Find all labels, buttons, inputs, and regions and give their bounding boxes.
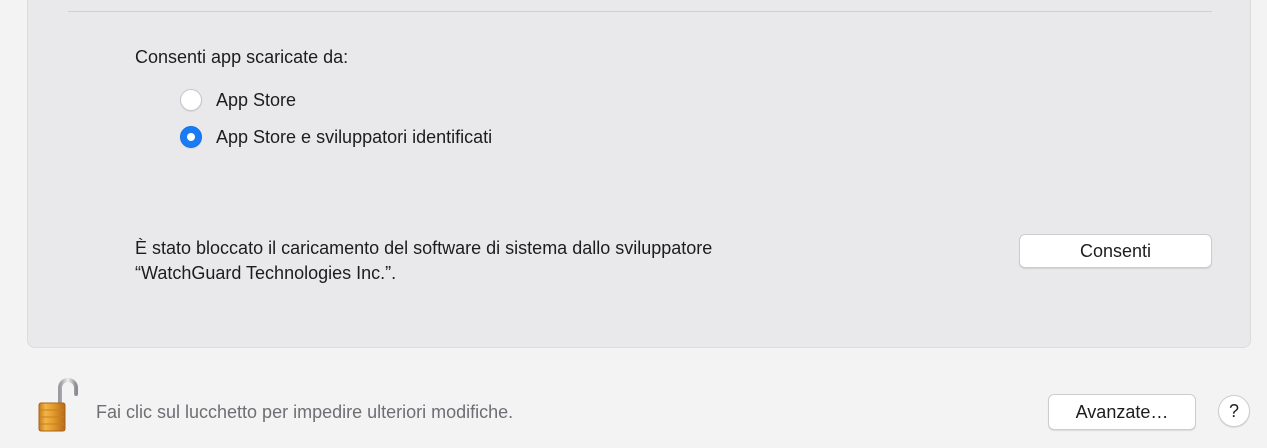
allow-apps-label: Consenti app scaricate da: xyxy=(135,47,349,67)
blocked-message-line-2: “WatchGuard Technologies Inc.”. xyxy=(135,263,397,283)
divider xyxy=(68,11,1212,12)
allow-button[interactable]: Consenti xyxy=(1019,234,1212,268)
lock-instruction-text: Fai clic sul lucchetto per impedire ulte… xyxy=(96,402,514,422)
radio-option-app-store[interactable]: App Store xyxy=(180,87,296,113)
unlocked-padlock-icon[interactable] xyxy=(38,376,80,432)
radio-button-app-store-identified[interactable] xyxy=(180,126,202,148)
blocked-software-message: È stato bloccato il caricamento del soft… xyxy=(135,236,995,286)
radio-label-app-store-identified: App Store e sviluppatori identificati xyxy=(216,126,493,147)
blocked-message-line-1: È stato bloccato il caricamento del soft… xyxy=(135,238,713,258)
advanced-button[interactable]: Avanzate… xyxy=(1048,394,1196,430)
radio-option-app-store-identified[interactable]: App Store e sviluppatori identificati xyxy=(180,124,492,150)
radio-button-app-store[interactable] xyxy=(180,89,202,111)
help-button[interactable]: ? xyxy=(1218,395,1250,427)
radio-label-app-store: App Store xyxy=(216,89,297,110)
